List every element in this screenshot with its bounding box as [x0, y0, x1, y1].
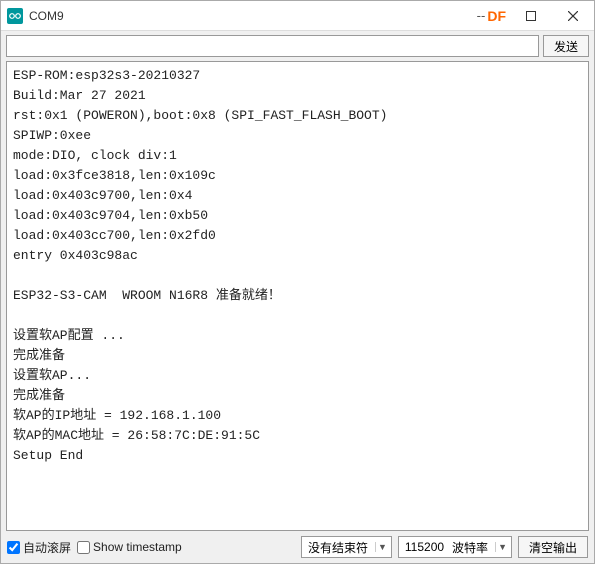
timestamp-checkbox[interactable]: Show timestamp	[77, 540, 182, 554]
arduino-icon	[7, 8, 23, 24]
baud-rate-select[interactable]: 115200 波特率 ▼	[398, 536, 512, 558]
timestamp-input[interactable]	[77, 541, 90, 554]
window-title: COM9	[29, 9, 477, 23]
timestamp-label: Show timestamp	[93, 540, 182, 554]
chevron-down-icon: ▼	[495, 542, 509, 552]
autoscroll-input[interactable]	[7, 541, 20, 554]
baud-label: 波特率	[448, 539, 492, 556]
baud-value: 115200	[401, 540, 448, 554]
close-button[interactable]	[552, 1, 594, 31]
serial-monitor-window: COM9 -- DF 发送 ESP-ROM:esp32s3-20210327 B…	[0, 0, 595, 564]
console-output[interactable]: ESP-ROM:esp32s3-20210327 Build:Mar 27 20…	[6, 61, 589, 531]
send-row: 发送	[1, 31, 594, 61]
autoscroll-label: 自动滚屏	[23, 539, 71, 556]
line-ending-value: 没有结束符	[304, 539, 372, 556]
chevron-down-icon: ▼	[375, 542, 389, 552]
bottom-bar: 自动滚屏 Show timestamp 没有结束符 ▼ 115200 波特率 ▼…	[1, 531, 594, 563]
send-button[interactable]: 发送	[543, 35, 589, 57]
clear-output-button[interactable]: 清空输出	[518, 536, 588, 558]
dashes-text: --	[477, 8, 486, 23]
titlebar: COM9 -- DF	[1, 1, 594, 31]
autoscroll-checkbox[interactable]: 自动滚屏	[7, 539, 71, 556]
line-ending-select[interactable]: 没有结束符 ▼	[301, 536, 392, 558]
df-badge: DF	[487, 8, 506, 24]
send-input[interactable]	[6, 35, 539, 57]
maximize-button[interactable]	[510, 1, 552, 31]
